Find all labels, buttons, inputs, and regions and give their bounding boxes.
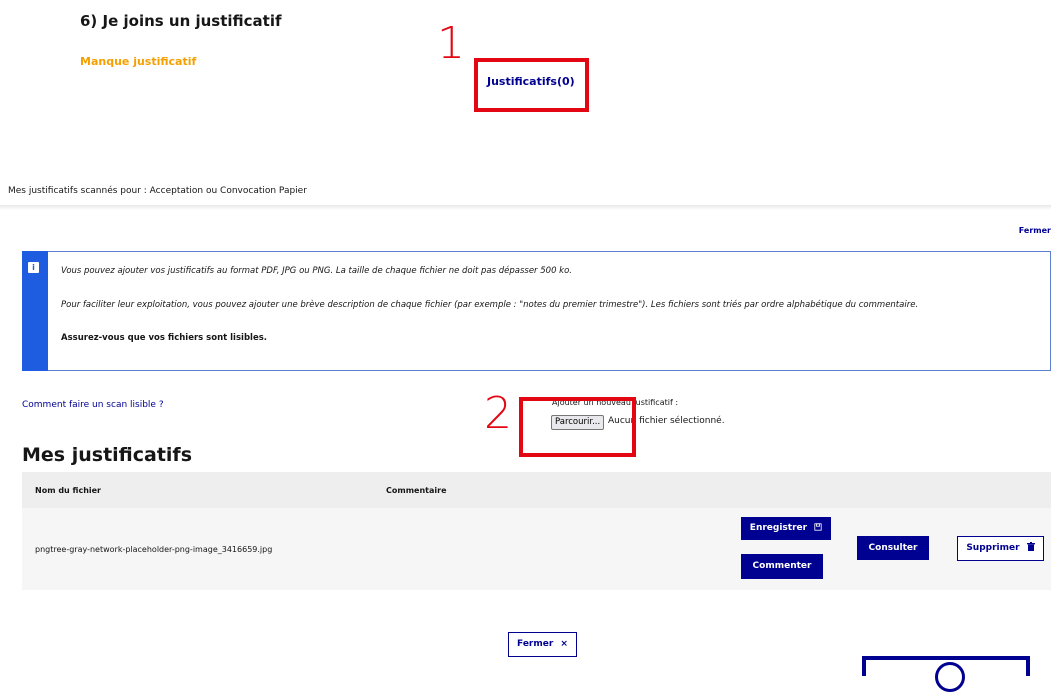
save-button[interactable]: Enregistrer <box>741 517 831 540</box>
info-icon: i <box>28 262 39 273</box>
info-text-formats: Vous pouvez ajouter vos justificatifs au… <box>61 266 573 276</box>
section-title: Mes justificatifs <box>22 444 192 466</box>
trash-icon <box>1026 542 1035 551</box>
table-header <box>22 472 1051 508</box>
save-button-label: Enregistrer <box>749 523 808 533</box>
column-header-filename: Nom du fichier <box>35 486 101 495</box>
comment-button[interactable]: Commenter <box>741 554 823 579</box>
close-button-label: Fermer <box>517 639 554 649</box>
column-header-comment: Commentaire <box>386 486 447 495</box>
info-text-legible: Assurez-vous que vos fichiers sont lisib… <box>61 333 267 343</box>
view-button[interactable]: Consulter <box>857 536 929 560</box>
save-icon <box>814 523 822 531</box>
modal-divider <box>0 205 1051 210</box>
annotation-box-1 <box>474 58 589 112</box>
close-icon: × <box>560 639 568 649</box>
annotation-marker-1: 1 <box>437 18 465 69</box>
close-button[interactable]: Fermer × <box>508 632 577 657</box>
step-title: 6) Je joins un justificatif <box>80 12 282 30</box>
delete-button[interactable]: Supprimer <box>957 536 1044 561</box>
missing-status: Manque justificatif <box>80 55 197 68</box>
delete-button-label: Supprimer <box>966 543 1020 553</box>
file-name: pngtree-gray-network-placeholder-png-ima… <box>35 545 273 554</box>
scan-help-link[interactable]: Comment faire un scan lisible ? <box>22 400 164 410</box>
annotation-box-2 <box>519 397 636 457</box>
partial-circle-icon <box>935 662 965 692</box>
close-link-top[interactable]: Fermer <box>1019 226 1051 235</box>
annotation-marker-2: 2 <box>484 388 512 439</box>
info-text-description: Pour faciliter leur exploitation, vous p… <box>61 300 919 310</box>
modal-caption: Mes justificatifs scannés pour : Accepta… <box>8 186 307 196</box>
